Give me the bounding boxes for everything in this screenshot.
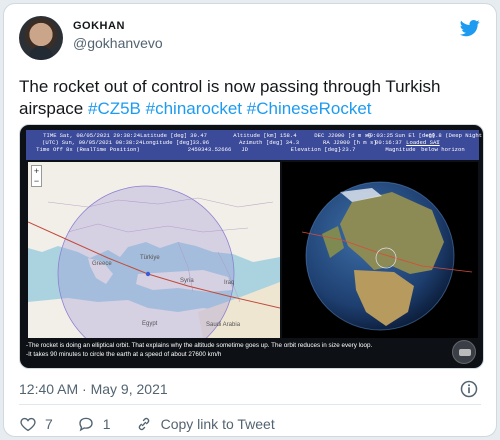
panel-cell: Sun, 09/05/2021 00:38:24 [61, 139, 143, 146]
panel-cell: 158.4 [279, 132, 297, 139]
panel-cell: Azimuth [deg] [239, 139, 283, 146]
tweet-header: GOKHAN @gokhanvevo [19, 16, 481, 60]
handle[interactable]: @gokhanvevo [73, 35, 163, 51]
like-count: 7 [45, 416, 53, 432]
tweet-timestamp[interactable]: 12:40 AM · May 9, 2021 [19, 381, 168, 397]
link-icon [138, 417, 149, 431]
panel-cell: 2459343.52666 [187, 146, 232, 153]
panel-cell: JD [241, 146, 248, 153]
map-label-saudi-arabia: Saudi Arabia [206, 322, 241, 328]
panel-cell: (UTC) [41, 139, 59, 146]
panel-cell: Altitude [km] [233, 132, 277, 139]
reply-bubble-icon [79, 417, 93, 432]
map-label-syria: Syria [180, 278, 194, 284]
panel-cell: -69.8 (Deep Night) [425, 132, 484, 139]
tracking-panel: TIME Sat, 08/05/2021 20:38:24 Latitude [… [26, 130, 484, 160]
panel-cell: 8x (RealTime Position) [66, 146, 140, 153]
panel-cell: DEC J2000 [d m s] [314, 132, 372, 139]
panel-cell: TIME [43, 132, 57, 139]
panel-cell: -23.7 [338, 146, 356, 153]
display-name[interactable]: GOKHAN [73, 20, 163, 32]
panel-cell: Longitude [deg] [142, 139, 193, 146]
map-label-iraq: Iraq [224, 280, 235, 286]
caption-line: -The rocket is doing an elliptical orbit… [26, 342, 373, 349]
satellite-map[interactable]: + − Greece Türkiye Syria Iraq Egypt Saudi… [28, 162, 280, 338]
panel-cell: 49:03:25 [366, 132, 394, 139]
panel-row: (UTC) Sun, 09/05/2021 00:38:24 Longitude… [30, 139, 475, 146]
panel-cell: 00:16:37 [375, 139, 402, 146]
tweet-actions: 7 1 Copy link to Tweet [19, 414, 299, 434]
map-label-greece: Greece [92, 261, 112, 267]
panel-cell: Sat, 08/05/2021 20:38:24 [59, 132, 141, 139]
panel-cell: Elevation [deg] [290, 146, 342, 153]
panel-cell: 33.96 [192, 139, 210, 146]
caption-line: -It takes 90 minutes to circle the earth… [26, 351, 222, 358]
map-label-egypt: Egypt [142, 321, 158, 327]
twitter-bird-icon[interactable] [459, 18, 481, 38]
panel-cell: 1 [436, 139, 440, 146]
panel-row: TIME Sat, 08/05/2021 20:38:24 Latitude [… [30, 132, 484, 139]
globe-view[interactable] [282, 162, 478, 338]
media-caption: -The rocket is doing an elliptical orbit… [26, 341, 446, 359]
tweet-text: The rocket out of control is now passing… [19, 76, 484, 120]
like-button[interactable]: 7 [19, 415, 53, 433]
panel-cell: 39.47 [190, 132, 207, 139]
author-names[interactable]: GOKHAN @gokhanvevo [73, 20, 163, 51]
camera-button[interactable] [452, 340, 476, 364]
heart-icon [20, 417, 36, 432]
hashtag-chinarocket[interactable]: #chinarocket [146, 99, 242, 118]
map-label-turkey: Türkiye [140, 255, 160, 261]
copy-link-button[interactable]: Copy link to Tweet [135, 415, 275, 433]
info-icon[interactable] [459, 379, 479, 399]
panel-cell: below horizon [421, 146, 465, 153]
avatar[interactable] [19, 16, 63, 60]
tweet-media[interactable]: TIME Sat, 08/05/2021 20:38:24 Latitude [… [19, 124, 484, 369]
reply-count: 1 [102, 416, 111, 432]
panel-cell: Sun El [deg] [395, 132, 436, 139]
panel-cell: Magnitude [385, 146, 416, 153]
reply-button[interactable]: 1 [77, 415, 111, 433]
globe-graphic [301, 181, 473, 331]
panel-row: Time Off 8x (RealTime Position) 2459343.… [30, 146, 475, 153]
tweet-card: GOKHAN @gokhanvevo The rocket out of con… [3, 3, 497, 437]
loaded-sat-link[interactable]: Loaded SAT [406, 139, 440, 146]
hashtag-cz5b[interactable]: #CZ5B [88, 99, 141, 118]
panel-cell: 34.3 [285, 139, 300, 146]
divider [19, 404, 481, 405]
copy-link-label: Copy link to Tweet [160, 416, 275, 432]
panel-cell: RA J2000 [h m s] [323, 139, 377, 146]
hashtag-chineserocket[interactable]: #ChineseRocket [247, 99, 372, 118]
map-zoom-control[interactable]: + − [31, 165, 42, 187]
panel-cell: Time Off [36, 146, 64, 153]
panel-cell: Latitude [deg] [140, 132, 188, 139]
panel-cell [143, 146, 188, 153]
map-graphic [28, 162, 280, 338]
